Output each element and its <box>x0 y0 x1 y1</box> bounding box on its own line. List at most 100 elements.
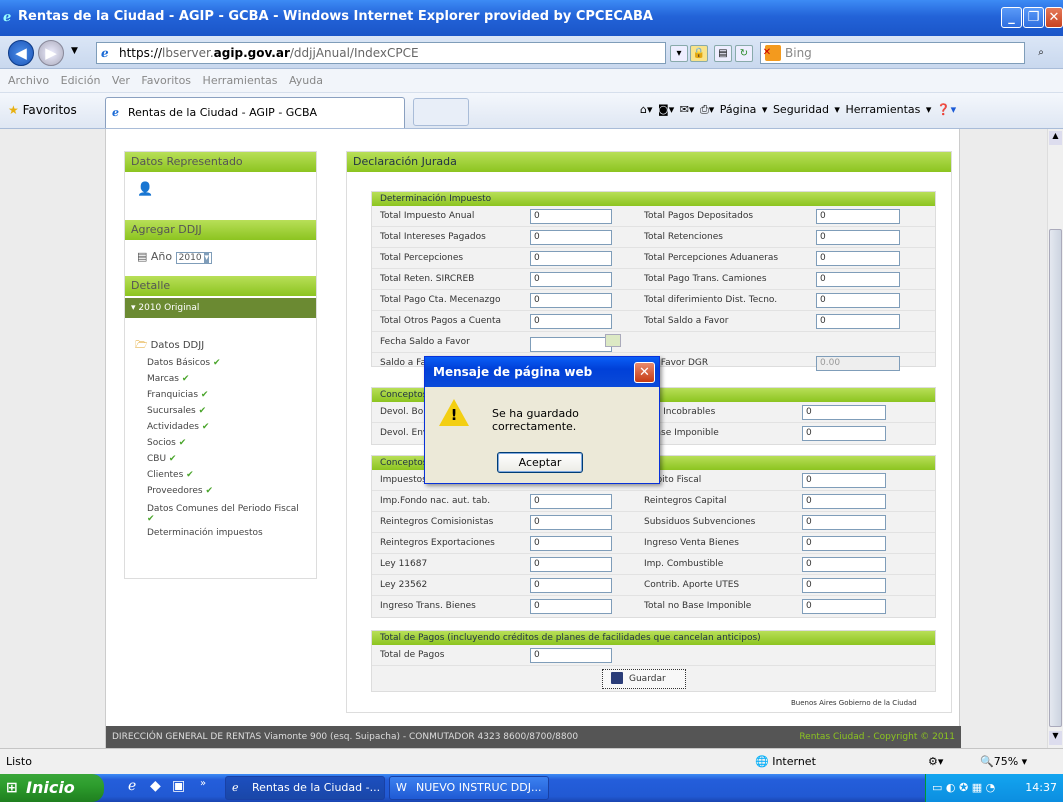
taskbar-item-document[interactable]: W NUEVO INSTRUC DDJ... <box>389 776 549 800</box>
dialog-close-button[interactable]: ✕ <box>634 362 655 383</box>
menu-favoritos[interactable]: Favoritos <box>141 74 191 87</box>
calendar-icon[interactable] <box>605 334 621 347</box>
tree-item[interactable]: CBU ✔ <box>147 454 176 464</box>
field-input[interactable]: 0 <box>530 578 612 593</box>
scroll-up-icon[interactable]: ▲ <box>1049 131 1062 145</box>
field-input[interactable]: 0 <box>816 209 900 224</box>
save-button[interactable]: Guardar <box>602 669 686 689</box>
protected-mode-icon[interactable]: ⚙▾ <box>928 749 943 774</box>
feeds-icon[interactable]: ◙▾ <box>658 103 674 116</box>
tray-icons[interactable]: ▭ ◐ ✪ ▦ ◔ <box>932 774 995 802</box>
field-input[interactable]: 0 <box>530 515 612 530</box>
globe-icon: 🌐 <box>755 755 769 768</box>
field-label: Total de Pagos <box>380 650 445 660</box>
maximize-button[interactable]: ❐ <box>1023 7 1044 28</box>
field-input[interactable]: 0 <box>802 599 886 614</box>
back-button[interactable]: ◀ <box>8 40 34 66</box>
help-icon[interactable]: ❓▾ <box>937 103 956 116</box>
field-input[interactable]: 0 <box>816 293 900 308</box>
field-input[interactable]: 0 <box>530 293 612 308</box>
field-label: Total Impuesto Anual <box>380 211 475 221</box>
field-input[interactable]: 0 <box>816 314 900 329</box>
browser-tab[interactable]: ℯ Rentas de la Ciudad - AGIP - GCBA <box>105 97 405 128</box>
field-input[interactable]: 0 <box>530 494 612 509</box>
field-input[interactable]: 0 <box>530 599 612 614</box>
menu-edicion[interactable]: Edición <box>61 74 101 87</box>
field-input[interactable]: 0 <box>530 557 612 572</box>
scroll-thumb[interactable] <box>1049 229 1062 727</box>
tree-item[interactable]: Marcas ✔ <box>147 374 189 384</box>
new-tab-button[interactable] <box>413 98 469 126</box>
tree-item[interactable]: Actividades ✔ <box>147 422 209 432</box>
tab-title: Rentas de la Ciudad - AGIP - GCBA <box>128 106 318 119</box>
forward-button[interactable]: ▶ <box>38 40 64 66</box>
start-button[interactable]: ⊞ Inicio <box>0 774 104 802</box>
command-menus[interactable]: Página ▾ Seguridad ▾ Herramientas ▾ <box>720 103 932 116</box>
field-input[interactable]: 0 <box>530 272 612 287</box>
field-input[interactable]: 0 <box>816 251 900 266</box>
field-input[interactable]: 0 <box>530 536 612 551</box>
field-input[interactable]: 0 <box>530 648 612 663</box>
tree-item[interactable]: Sucursales ✔ <box>147 406 206 416</box>
lock-icon[interactable]: 🔒 <box>690 45 708 62</box>
scroll-down-icon[interactable]: ▼ <box>1049 731 1062 745</box>
field-input[interactable]: 0 <box>802 515 886 530</box>
menu-herramientas[interactable]: Herramientas <box>203 74 278 87</box>
declaration-header: Declaración Jurada <box>347 152 951 172</box>
stop-icon[interactable]: ✕ <box>758 45 776 62</box>
refresh-icon[interactable]: ↻ <box>735 45 753 62</box>
tree-item-label: CBU <box>147 454 167 464</box>
field-label: Reintegros Exportaciones <box>380 538 495 548</box>
field-input[interactable]: 0 <box>802 557 886 572</box>
home-icon[interactable]: ⌂▾ <box>640 103 653 116</box>
tree-item[interactable]: Determinación impuestos <box>147 528 263 538</box>
close-window-button[interactable]: ✕ <box>1045 7 1063 28</box>
search-icon[interactable]: ⌕ <box>1032 45 1050 62</box>
start-label: Inicio <box>26 778 75 797</box>
field-input[interactable]: 0 <box>530 230 612 245</box>
tree-item[interactable]: Datos Básicos ✔ <box>147 358 220 368</box>
year-select[interactable]: 2010 ▾ <box>175 252 212 264</box>
tree-item[interactable]: Franquicias ✔ <box>147 390 208 400</box>
field-input[interactable]: 0 <box>802 536 886 551</box>
ok-button[interactable]: Aceptar <box>497 452 583 473</box>
tree-item[interactable]: Socios ✔ <box>147 438 186 448</box>
vertical-scrollbar[interactable]: ▲ ▼ <box>1047 129 1063 748</box>
taskbar-item-browser[interactable]: ℯ Rentas de la Ciudad -... <box>225 776 385 800</box>
field-input[interactable]: 0 <box>816 272 900 287</box>
address-input[interactable]: ℯ https://lbserver.agip.gov.ar/ddjjAnual… <box>96 42 666 64</box>
menu-ver[interactable]: Ver <box>112 74 130 87</box>
zoom-control[interactable]: 🔍75% ▾ <box>980 749 1027 774</box>
quicklaunch-desktop-icon[interactable]: ◆ <box>150 778 161 794</box>
ddjj-folder[interactable]: 🗁 Datos DDJJ <box>135 338 204 355</box>
field-input[interactable]: 0 <box>802 473 886 488</box>
field-input[interactable]: 0 <box>802 578 886 593</box>
original-node[interactable]: ▾ 2010 Original <box>125 298 316 318</box>
print-icon[interactable]: ⎙▾ <box>700 103 714 116</box>
check-icon: ✔ <box>168 454 177 464</box>
field-input[interactable]: 0 <box>816 230 900 245</box>
date-input[interactable] <box>530 337 612 352</box>
tree-item[interactable]: Proveedores ✔ <box>147 486 213 496</box>
quicklaunch-more-icon[interactable]: » <box>200 778 206 789</box>
search-input[interactable]: Bing <box>760 42 1025 64</box>
menu-archivo[interactable]: Archivo <box>8 74 49 87</box>
menu-ayuda[interactable]: Ayuda <box>289 74 323 87</box>
dropdown-icon[interactable]: ▾ <box>670 45 688 62</box>
field-input[interactable]: 0 <box>530 314 612 329</box>
field-input[interactable]: 0 <box>802 426 886 441</box>
mail-icon[interactable]: ✉▾ <box>680 103 695 116</box>
favorites-button[interactable]: ★ Favoritos <box>8 103 77 117</box>
tree-item[interactable]: Datos Comunes del Periodo Fiscal ✔ <box>147 504 299 524</box>
quicklaunch-media-icon[interactable]: ▣ <box>172 778 185 794</box>
field-input[interactable]: 0 <box>802 405 886 420</box>
minimize-button[interactable]: _ <box>1001 7 1022 28</box>
check-icon: ✔ <box>178 438 187 448</box>
compatibility-icon[interactable]: ▤ <box>714 45 732 62</box>
tree-item[interactable]: Clientes ✔ <box>147 470 194 480</box>
quicklaunch-ie-icon[interactable]: ℯ <box>128 778 136 794</box>
field-input[interactable]: 0 <box>530 209 612 224</box>
field-input[interactable]: 0 <box>802 494 886 509</box>
field-input[interactable]: 0 <box>530 251 612 266</box>
history-dropdown-icon[interactable]: ▼ <box>71 46 78 56</box>
